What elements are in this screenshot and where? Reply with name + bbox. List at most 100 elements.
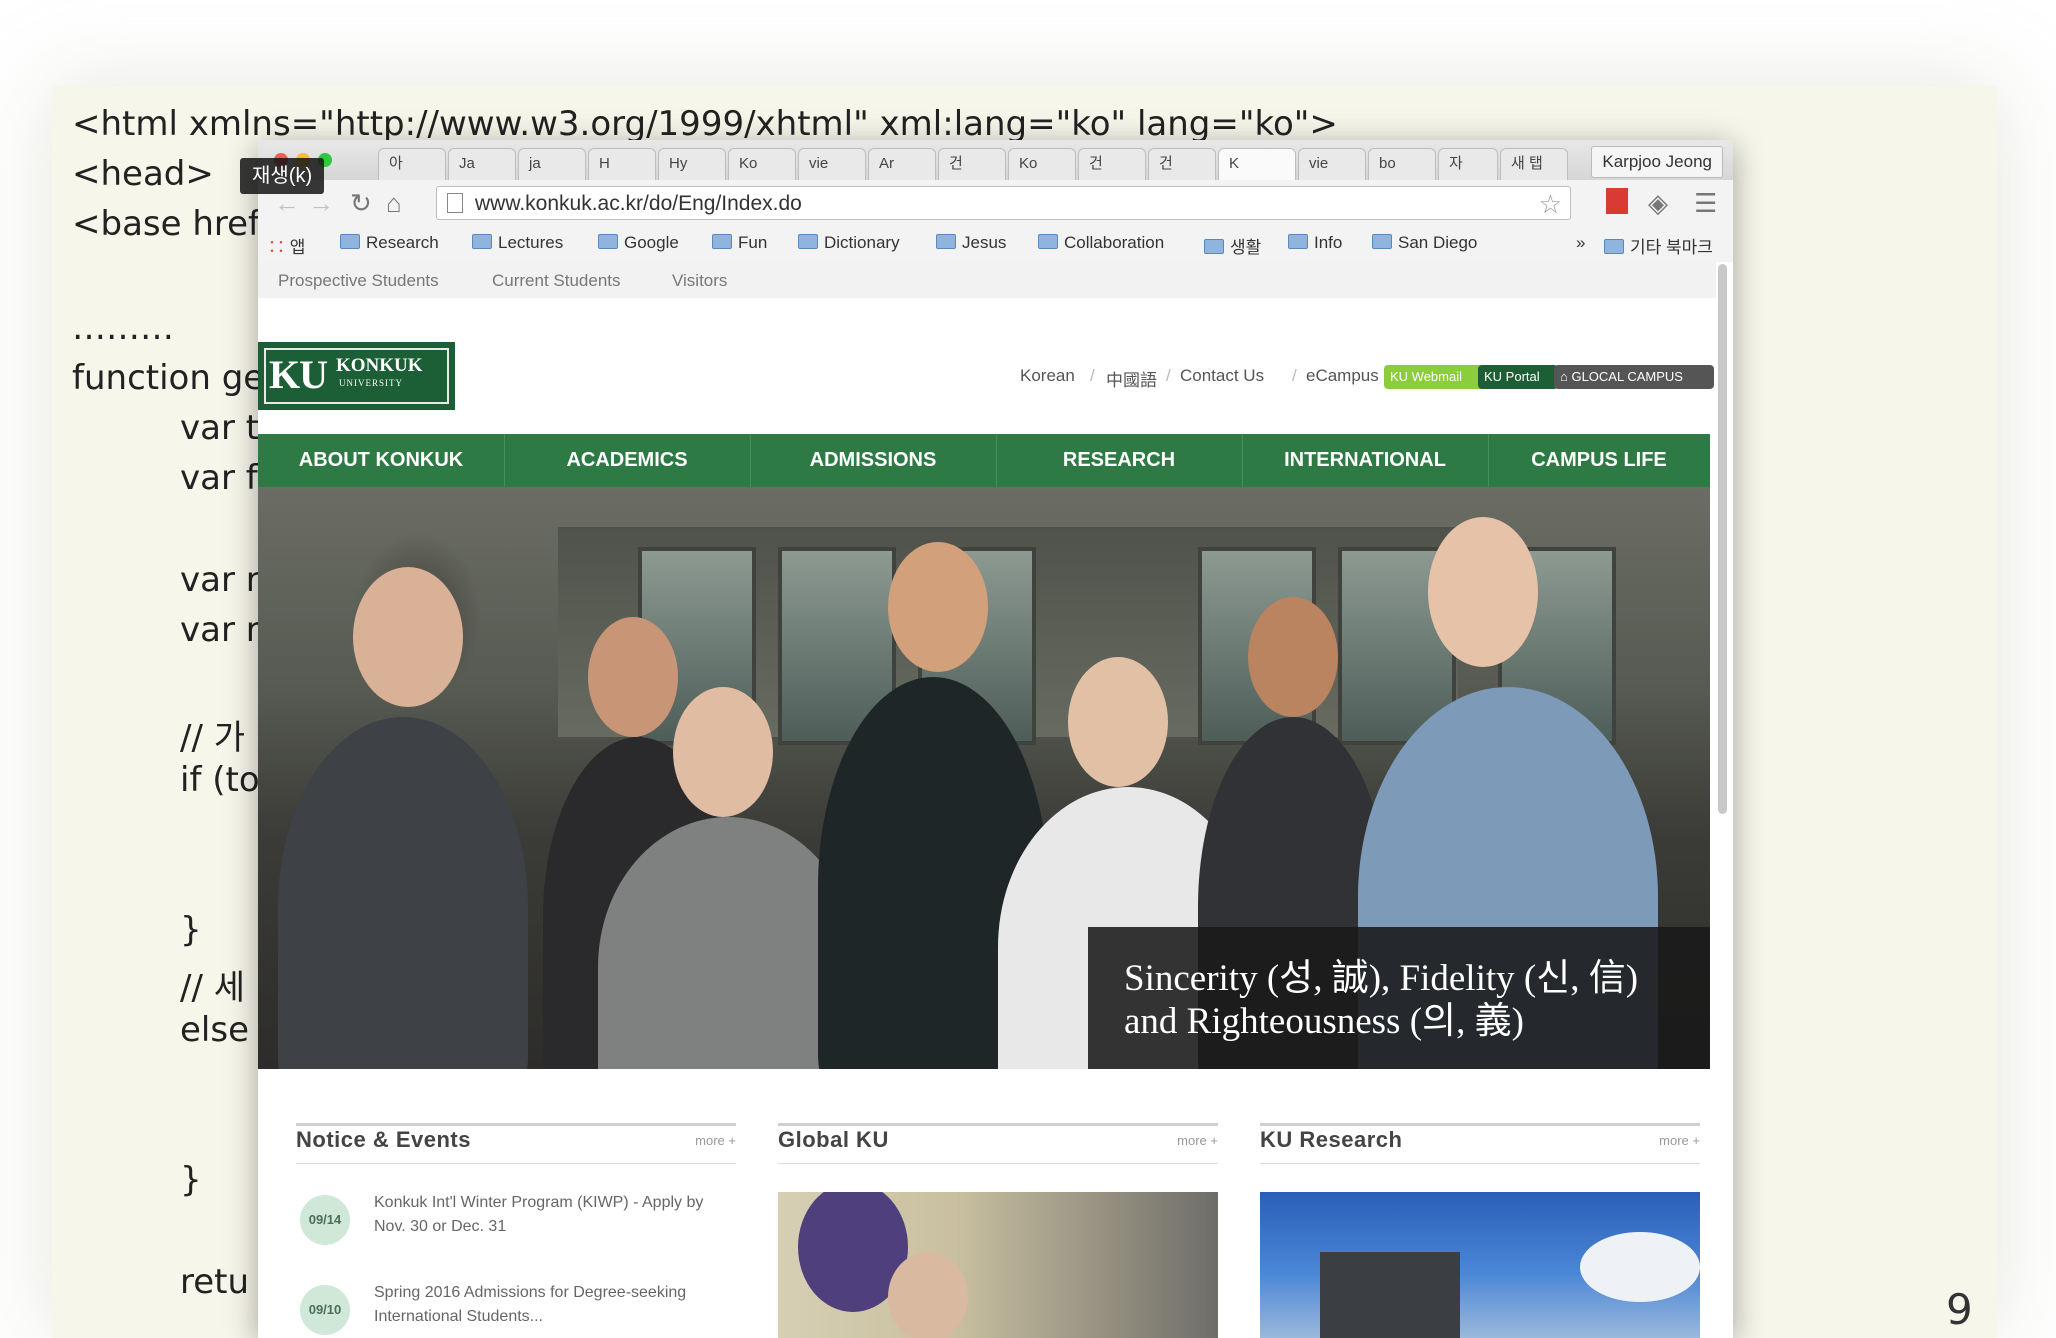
browser-tab[interactable]: vie bbox=[798, 148, 866, 180]
bookmark-dictionary[interactable]: Dictionary bbox=[798, 233, 900, 253]
browser-tab[interactable]: bo bbox=[1368, 148, 1436, 180]
bookmark-label: Collaboration bbox=[1064, 233, 1165, 252]
menu-icon[interactable]: ☰ bbox=[1694, 188, 1717, 219]
student-face bbox=[588, 617, 678, 737]
browser-tab-active[interactable]: K bbox=[1218, 148, 1296, 180]
nav-academics[interactable]: ACADEMICS bbox=[504, 434, 751, 487]
bookmark-san-diego[interactable]: San Diego bbox=[1372, 233, 1477, 253]
link-contact-us[interactable]: Contact Us bbox=[1180, 366, 1264, 386]
more-link[interactable]: more + bbox=[1177, 1133, 1218, 1148]
code-line: var t bbox=[180, 408, 260, 448]
hero-caption: Sincerity (성, 誠), Fidelity (신, 信) and Ri… bbox=[1124, 958, 1639, 1042]
browser-tab[interactable]: Ja bbox=[448, 148, 516, 180]
browser-toolbar: ← → ↻ ⌂ www.konkuk.ac.kr/do/Eng/Index.do… bbox=[258, 180, 1733, 226]
section-rule bbox=[1260, 1123, 1700, 1126]
student-face bbox=[1068, 657, 1168, 787]
profile-button[interactable]: Karpjoo Jeong bbox=[1591, 146, 1723, 178]
global-ku-thumbnail[interactable] bbox=[778, 1192, 1218, 1338]
bookmark-label: Info bbox=[1314, 233, 1343, 252]
notice-item[interactable]: 09/14 Konkuk Int'l Winter Program (KIWP)… bbox=[296, 1191, 736, 1251]
bookmark-jesus[interactable]: Jesus bbox=[936, 233, 1006, 253]
code-line: ……… bbox=[72, 308, 174, 348]
browser-tab[interactable]: 건 bbox=[1148, 148, 1216, 180]
student-face bbox=[888, 542, 988, 672]
browser-tab[interactable]: Ar bbox=[868, 148, 936, 180]
section-divider bbox=[296, 1163, 736, 1164]
browser-tab[interactable]: 건 bbox=[938, 148, 1006, 180]
bookmark-label: Dictionary bbox=[824, 233, 900, 252]
link-prospective-students[interactable]: Prospective Students bbox=[278, 271, 439, 291]
bookmark-other[interactable]: 기타 북마크 bbox=[1604, 233, 1713, 258]
more-link[interactable]: more + bbox=[1659, 1133, 1700, 1148]
bookmarks-overflow[interactable]: » bbox=[1576, 233, 1585, 253]
link-chinese[interactable]: 中國語 bbox=[1106, 366, 1157, 391]
browser-tab[interactable]: Ko bbox=[728, 148, 796, 180]
code-line: <html xmlns="http://www.w3.org/1999/xhtm… bbox=[72, 104, 1338, 144]
bookmark-research[interactable]: Research bbox=[340, 233, 439, 253]
reload-icon[interactable]: ↻ bbox=[350, 188, 372, 219]
folder-icon bbox=[798, 234, 818, 249]
person-photo bbox=[888, 1252, 968, 1338]
bookmark-collaboration[interactable]: Collaboration bbox=[1038, 233, 1164, 253]
nav-international[interactable]: INTERNATIONAL bbox=[1242, 434, 1489, 487]
bookmark-google[interactable]: Google bbox=[598, 233, 679, 253]
apps-grid-icon: ∷ bbox=[268, 238, 285, 257]
section-title: Global KU bbox=[778, 1127, 889, 1152]
extension-icon[interactable]: ◈ bbox=[1648, 188, 1668, 219]
statue-shape bbox=[1320, 1252, 1460, 1338]
bookmark-lectures[interactable]: Lectures bbox=[472, 233, 563, 253]
main-navigation: ABOUT KONKUK ACADEMICS ADMISSIONS RESEAR… bbox=[258, 434, 1710, 487]
badge-portal[interactable]: KU Portal bbox=[1478, 365, 1558, 389]
folder-icon bbox=[936, 234, 956, 249]
bookmark-fun[interactable]: Fun bbox=[712, 233, 767, 253]
student-face bbox=[353, 567, 463, 707]
bookmark-info[interactable]: Info bbox=[1288, 233, 1342, 253]
home-icon[interactable]: ⌂ bbox=[386, 188, 402, 219]
link-korean[interactable]: Korean bbox=[1020, 366, 1075, 386]
new-tab[interactable]: 새 탭 bbox=[1500, 148, 1568, 180]
code-line: } bbox=[180, 910, 202, 950]
nav-admissions[interactable]: ADMISSIONS bbox=[750, 434, 997, 487]
notice-date: 09/14 bbox=[300, 1195, 350, 1245]
bookmark-star-icon[interactable]: ☆ bbox=[1539, 187, 1562, 221]
scrollbar[interactable] bbox=[1718, 264, 1727, 814]
code-line: if (to bbox=[180, 760, 260, 800]
browser-tab[interactable]: 자 bbox=[1438, 148, 1498, 180]
bookmark-life[interactable]: 생활 bbox=[1204, 233, 1261, 258]
browser-tab[interactable]: vie bbox=[1298, 148, 1366, 180]
bookmark-label: San Diego bbox=[1398, 233, 1478, 252]
utility-bar: Prospective Students Current Students Vi… bbox=[258, 262, 1716, 298]
link-current-students[interactable]: Current Students bbox=[492, 271, 621, 291]
folder-icon bbox=[1372, 234, 1392, 249]
link-visitors[interactable]: Visitors bbox=[672, 271, 727, 291]
section-divider bbox=[778, 1163, 1218, 1164]
browser-tab[interactable]: 건 bbox=[1078, 148, 1146, 180]
notice-item[interactable]: 09/10 Spring 2016 Admissions for Degree-… bbox=[296, 1281, 736, 1338]
konkuk-logo[interactable]: KU KONKUK UNIVERSITY bbox=[258, 342, 455, 410]
folder-icon bbox=[1204, 239, 1224, 254]
link-ecampus[interactable]: eCampus bbox=[1306, 366, 1379, 386]
url-text: www.konkuk.ac.kr/do/Eng/Index.do bbox=[475, 192, 802, 215]
browser-tab[interactable]: 아 bbox=[378, 148, 446, 180]
bookmark-label: 생활 bbox=[1230, 238, 1262, 257]
logo-ku-text: KU bbox=[269, 352, 328, 397]
hero-banner[interactable]: Sincerity (성, 誠), Fidelity (신, 信) and Ri… bbox=[258, 487, 1710, 1069]
browser-tab[interactable]: H bbox=[588, 148, 656, 180]
student-face bbox=[673, 687, 773, 817]
nav-campus-life[interactable]: CAMPUS LIFE bbox=[1488, 434, 1710, 487]
folder-icon bbox=[1038, 234, 1058, 249]
separator: / bbox=[1292, 366, 1297, 385]
ku-research-thumbnail[interactable] bbox=[1260, 1192, 1700, 1338]
badge-glocal-campus[interactable]: ⌂ GLOCAL CAMPUS bbox=[1554, 365, 1714, 389]
nav-about-konkuk[interactable]: ABOUT KONKUK bbox=[258, 434, 505, 487]
badge-webmail[interactable]: KU Webmail bbox=[1384, 365, 1484, 389]
more-link[interactable]: more + bbox=[695, 1133, 736, 1148]
bookmark-extension-icon[interactable] bbox=[1606, 188, 1628, 214]
browser-tab[interactable]: ja bbox=[518, 148, 586, 180]
folder-icon bbox=[712, 234, 732, 249]
address-bar[interactable]: www.konkuk.ac.kr/do/Eng/Index.do ☆ bbox=[436, 186, 1571, 220]
browser-tab[interactable]: Ko bbox=[1008, 148, 1076, 180]
nav-research[interactable]: RESEARCH bbox=[996, 434, 1243, 487]
apps-bookmark[interactable]: ∷ 앱 bbox=[268, 233, 305, 258]
browser-tab[interactable]: Hy bbox=[658, 148, 726, 180]
